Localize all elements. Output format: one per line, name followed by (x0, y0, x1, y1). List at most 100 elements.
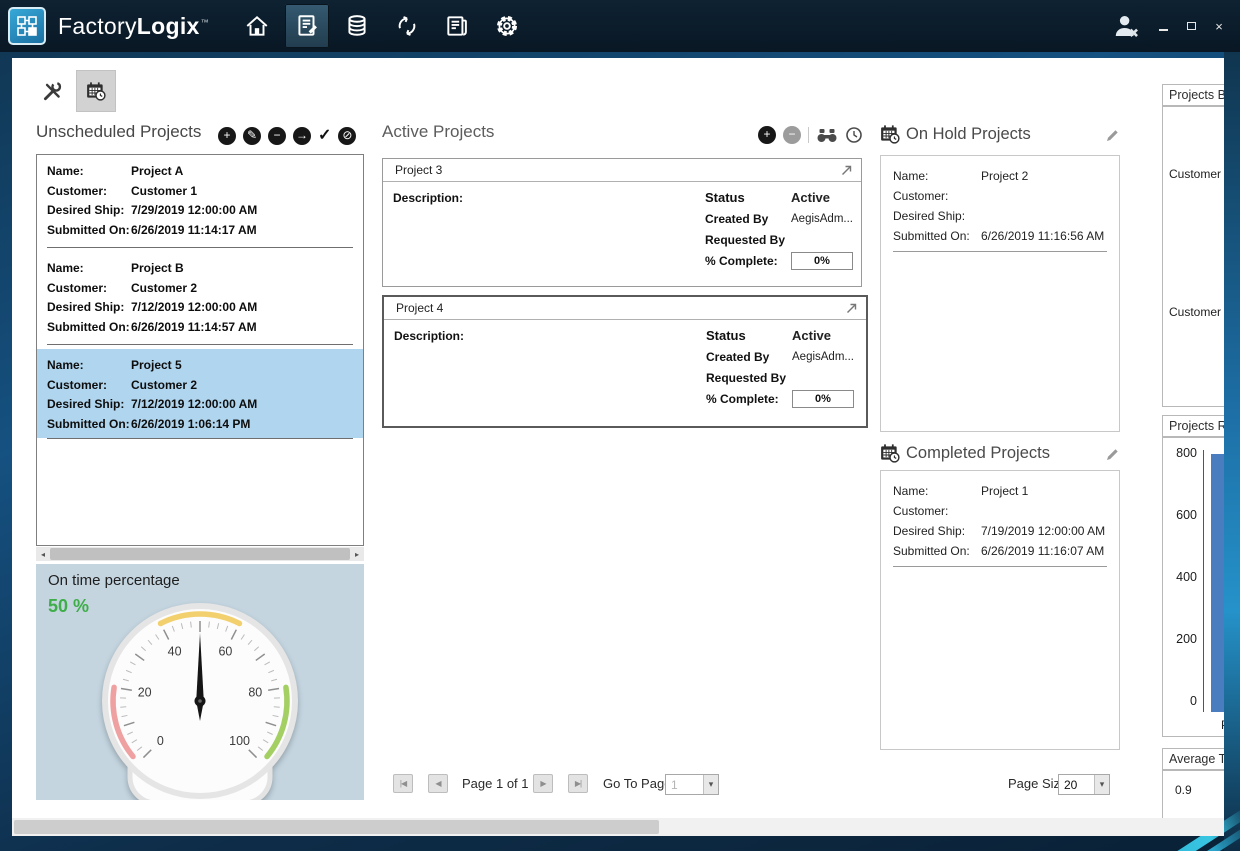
history-clock-icon[interactable] (845, 126, 863, 144)
nav-reports-button[interactable] (435, 4, 479, 48)
nav-planning-button[interactable] (285, 4, 329, 48)
remove-icon[interactable]: − (268, 127, 286, 145)
requested-by-label: Requested By (705, 233, 791, 247)
scrollbar-thumb[interactable] (50, 548, 350, 560)
completed-list: Name:Project 1 Customer: Desired Ship:7/… (880, 470, 1120, 750)
next-page-button[interactable]: ▶ (533, 774, 553, 793)
projects-by-title: Projects B (1169, 88, 1224, 102)
divider (893, 566, 1107, 567)
page-size-combo[interactable]: 20 ▾ (1058, 774, 1110, 795)
top-bar: FactoryLogix™ (0, 0, 1240, 52)
add-icon[interactable]: + (218, 127, 236, 145)
binoculars-icon[interactable] (816, 128, 838, 143)
ontime-panel: On time percentage 50 % 020406080100 (36, 564, 364, 800)
svg-text:40: 40 (168, 645, 182, 659)
chart-category: Customer 1 (1169, 167, 1224, 181)
scroll-left-icon[interactable]: ◂ (36, 547, 50, 561)
scroll-right-icon[interactable]: ▸ (350, 547, 364, 561)
scrollbar-thumb[interactable] (14, 820, 659, 834)
ontime-value: 50 % (48, 596, 89, 617)
brand-factory: Factory (58, 13, 137, 39)
field-value: 7/12/2019 12:00:00 AM (131, 298, 353, 318)
active-toolbar: + − (758, 126, 863, 144)
unscheduled-toolbar: + ✎ − → ✓ ⊘ (218, 127, 356, 145)
field-value: Customer 2 (131, 376, 353, 396)
list-item-project-a[interactable]: Name:Project A Customer:Customer 1 Desir… (37, 155, 363, 244)
ontime-title: On time percentage (48, 572, 180, 589)
tab-tools[interactable] (32, 70, 72, 112)
promote-icon[interactable]: → (293, 127, 311, 145)
calendar-icon (880, 443, 900, 463)
expand-icon[interactable] (841, 165, 852, 176)
accept-icon[interactable]: ✓ (318, 127, 331, 145)
svg-text:100: 100 (229, 734, 250, 748)
chart-bar (1211, 454, 1224, 712)
project-card-3[interactable]: Project 3 Description: StatusActive Crea… (382, 158, 862, 287)
card-fields: StatusActive Created ByAegisAdm... Reque… (706, 325, 860, 409)
prev-page-button[interactable]: ◀ (428, 774, 448, 793)
add-icon[interactable]: + (758, 126, 776, 144)
ontime-gauge: 020406080100 (88, 589, 312, 800)
svg-text:20: 20 (138, 686, 152, 700)
divider (808, 127, 809, 143)
y-tick: 0 (1190, 694, 1197, 708)
minimize-button[interactable] (1156, 18, 1170, 34)
svg-text:80: 80 (248, 686, 262, 700)
chart-category: Customer 2 (1169, 305, 1224, 319)
field-label: Desired Ship: (47, 201, 131, 221)
expand-icon[interactable] (846, 303, 857, 314)
field-value: Project A (131, 162, 353, 182)
status-label: Status (705, 190, 791, 205)
list-item-project-2[interactable]: Name:Project 2 Customer: Desired Ship: S… (893, 166, 1107, 252)
first-page-button[interactable]: |◀ (393, 774, 413, 793)
field-value (981, 501, 1107, 521)
goto-page-label: Go To Page (603, 774, 671, 794)
main-nav (235, 4, 529, 48)
nav-data-button[interactable] (335, 4, 379, 48)
edit-icon[interactable]: ✎ (243, 127, 261, 145)
svg-text:60: 60 (218, 645, 232, 659)
completed-title: Completed Projects (906, 444, 1050, 463)
average-title: Average T (1169, 752, 1224, 766)
user-button[interactable] (1112, 13, 1142, 39)
project-card-4-selected[interactable]: Project 4 Description: StatusActive Crea… (382, 295, 868, 428)
list-item-project-b[interactable]: Name:Project B Customer:Customer 2 Desir… (37, 252, 363, 341)
y-tick: 600 (1176, 508, 1197, 522)
nav-home-button[interactable] (235, 4, 279, 48)
description-label: Description: (394, 329, 464, 343)
status-value: Active (792, 328, 860, 343)
close-button[interactable]: × (1212, 18, 1226, 34)
horizontal-scrollbar[interactable] (12, 818, 1224, 836)
maximize-button[interactable] (1184, 18, 1198, 34)
completed-edit-icon[interactable] (1105, 447, 1120, 462)
main-content: Unscheduled Projects + ✎ − → ✓ ⊘ Name:Pr… (12, 58, 1224, 818)
nav-settings-button[interactable] (485, 4, 529, 48)
divider (47, 344, 353, 345)
field-value: Project 1 (981, 481, 1107, 501)
unscheduled-hscrollbar[interactable]: ◂ ▸ (36, 547, 364, 561)
field-value: Project B (131, 259, 353, 279)
cancel-icon[interactable]: ⊘ (338, 127, 356, 145)
description-label: Description: (393, 191, 463, 205)
onhold-edit-icon[interactable] (1105, 128, 1120, 143)
average-header: Average T (1162, 748, 1224, 770)
tab-scheduling[interactable] (76, 70, 116, 112)
card-title: Project 4 (396, 301, 846, 315)
home-icon (244, 13, 270, 39)
remove-icon-disabled[interactable]: − (783, 126, 801, 144)
list-item-project-5-selected[interactable]: Name:Project 5 Customer:Customer 2 Desir… (37, 349, 363, 438)
last-page-button[interactable]: ▶| (568, 774, 588, 793)
field-label: Submitted On: (47, 221, 131, 241)
goto-page-combo[interactable]: 1 ▾ (665, 774, 719, 795)
y-tick: 400 (1176, 570, 1197, 584)
field-label: Customer: (47, 279, 131, 299)
brand-tm: ™ (201, 18, 209, 27)
created-by-value: AegisAdm... (792, 351, 860, 363)
onhold-title: On Hold Projects (906, 125, 1031, 144)
nav-tracking-button[interactable] (385, 4, 429, 48)
list-item-project-1[interactable]: Name:Project 1 Customer: Desired Ship:7/… (893, 481, 1107, 567)
brand-logix: Logix (137, 13, 200, 39)
average-chart: 0.9 (1162, 770, 1224, 818)
wrench-icon (41, 80, 63, 102)
page-size-value: 20 (1059, 775, 1094, 794)
